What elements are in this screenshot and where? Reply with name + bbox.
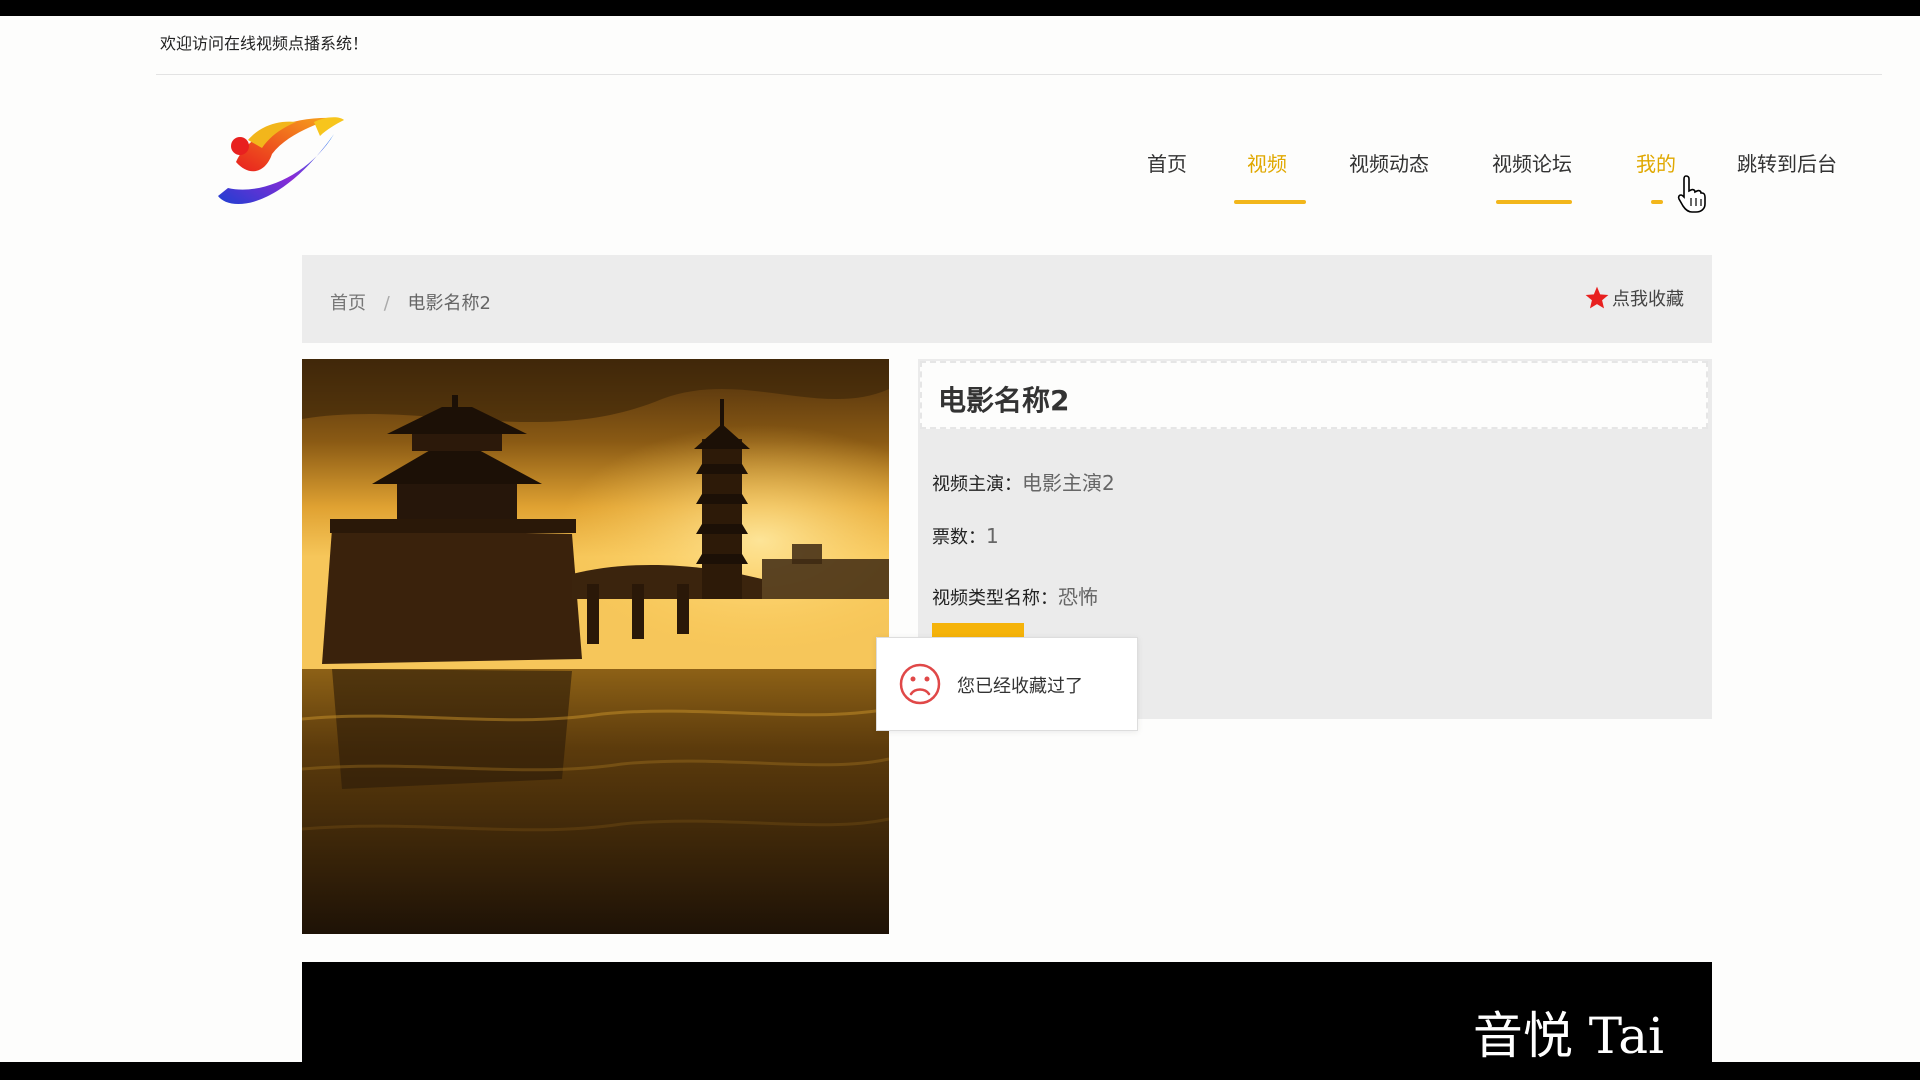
movie-type-value: 恐怖 [1058,585,1098,609]
movie-votes-label: 票数： [932,527,986,548]
movie-lead-value: 电影主演2 [1022,471,1115,495]
video-watermark: 音悦 Tai [1472,1007,1664,1062]
nav-mine-underline [1651,200,1663,204]
movie-votes-row: 票数：1 [932,523,999,549]
movie-type-row: 视频类型名称：恐怖 [932,581,1098,610]
main-nav: 首页 视频 视频动态 视频论坛 我的 跳转到后台 [0,148,1920,208]
hand-cursor-icon [1677,175,1706,213]
nav-forum-underline [1496,200,1572,204]
breadcrumb-home[interactable]: 首页 [330,293,366,314]
movie-type-label: 视频类型名称： [932,588,1058,609]
nav-mine[interactable]: 我的 [1636,148,1676,177]
page: 欢迎访问在线视频点播系统！ 首页 视频 视频动态 视频论坛 我的 跳转到后台 首… [0,16,1920,1062]
movie-lead-row: 视频主演：电影主演2 [932,467,1115,496]
welcome-text: 欢迎访问在线视频点播系统！ [160,34,369,53]
toast-text: 您已经收藏过了 [957,676,1083,697]
star-icon [1585,286,1609,309]
nav-home[interactable]: 首页 [1147,148,1187,177]
nav-video-forum[interactable]: 视频论坛 [1492,148,1572,177]
video-player[interactable]: 音悦 Tai [302,962,1712,1062]
favorite-label: 点我收藏 [1612,289,1684,310]
movie-votes-value: 1 [986,524,999,548]
movie-title-box: 电影名称2 [920,361,1708,429]
movie-poster [302,359,889,934]
breadcrumb-current: 电影名称2 [407,293,491,314]
breadcrumb-bar: 首页 / 电影名称2 点我收藏 [302,255,1712,343]
breadcrumb: 首页 / 电影名称2 [330,289,491,315]
nav-admin[interactable]: 跳转到后台 [1737,148,1837,177]
nav-video[interactable]: 视频 [1247,148,1287,177]
favorite-button[interactable]: 点我收藏 [1584,285,1684,311]
movie-lead-label: 视频主演： [932,474,1022,495]
nav-video-news[interactable]: 视频动态 [1349,148,1429,177]
toast-message: 您已经收藏过了 [876,637,1138,731]
top-bar: 欢迎访问在线视频点播系统！ [156,16,1882,75]
nav-video-underline [1234,200,1306,204]
movie-title: 电影名称2 [938,384,1070,417]
sad-face-icon [899,663,941,705]
breadcrumb-separator: / [383,293,390,314]
